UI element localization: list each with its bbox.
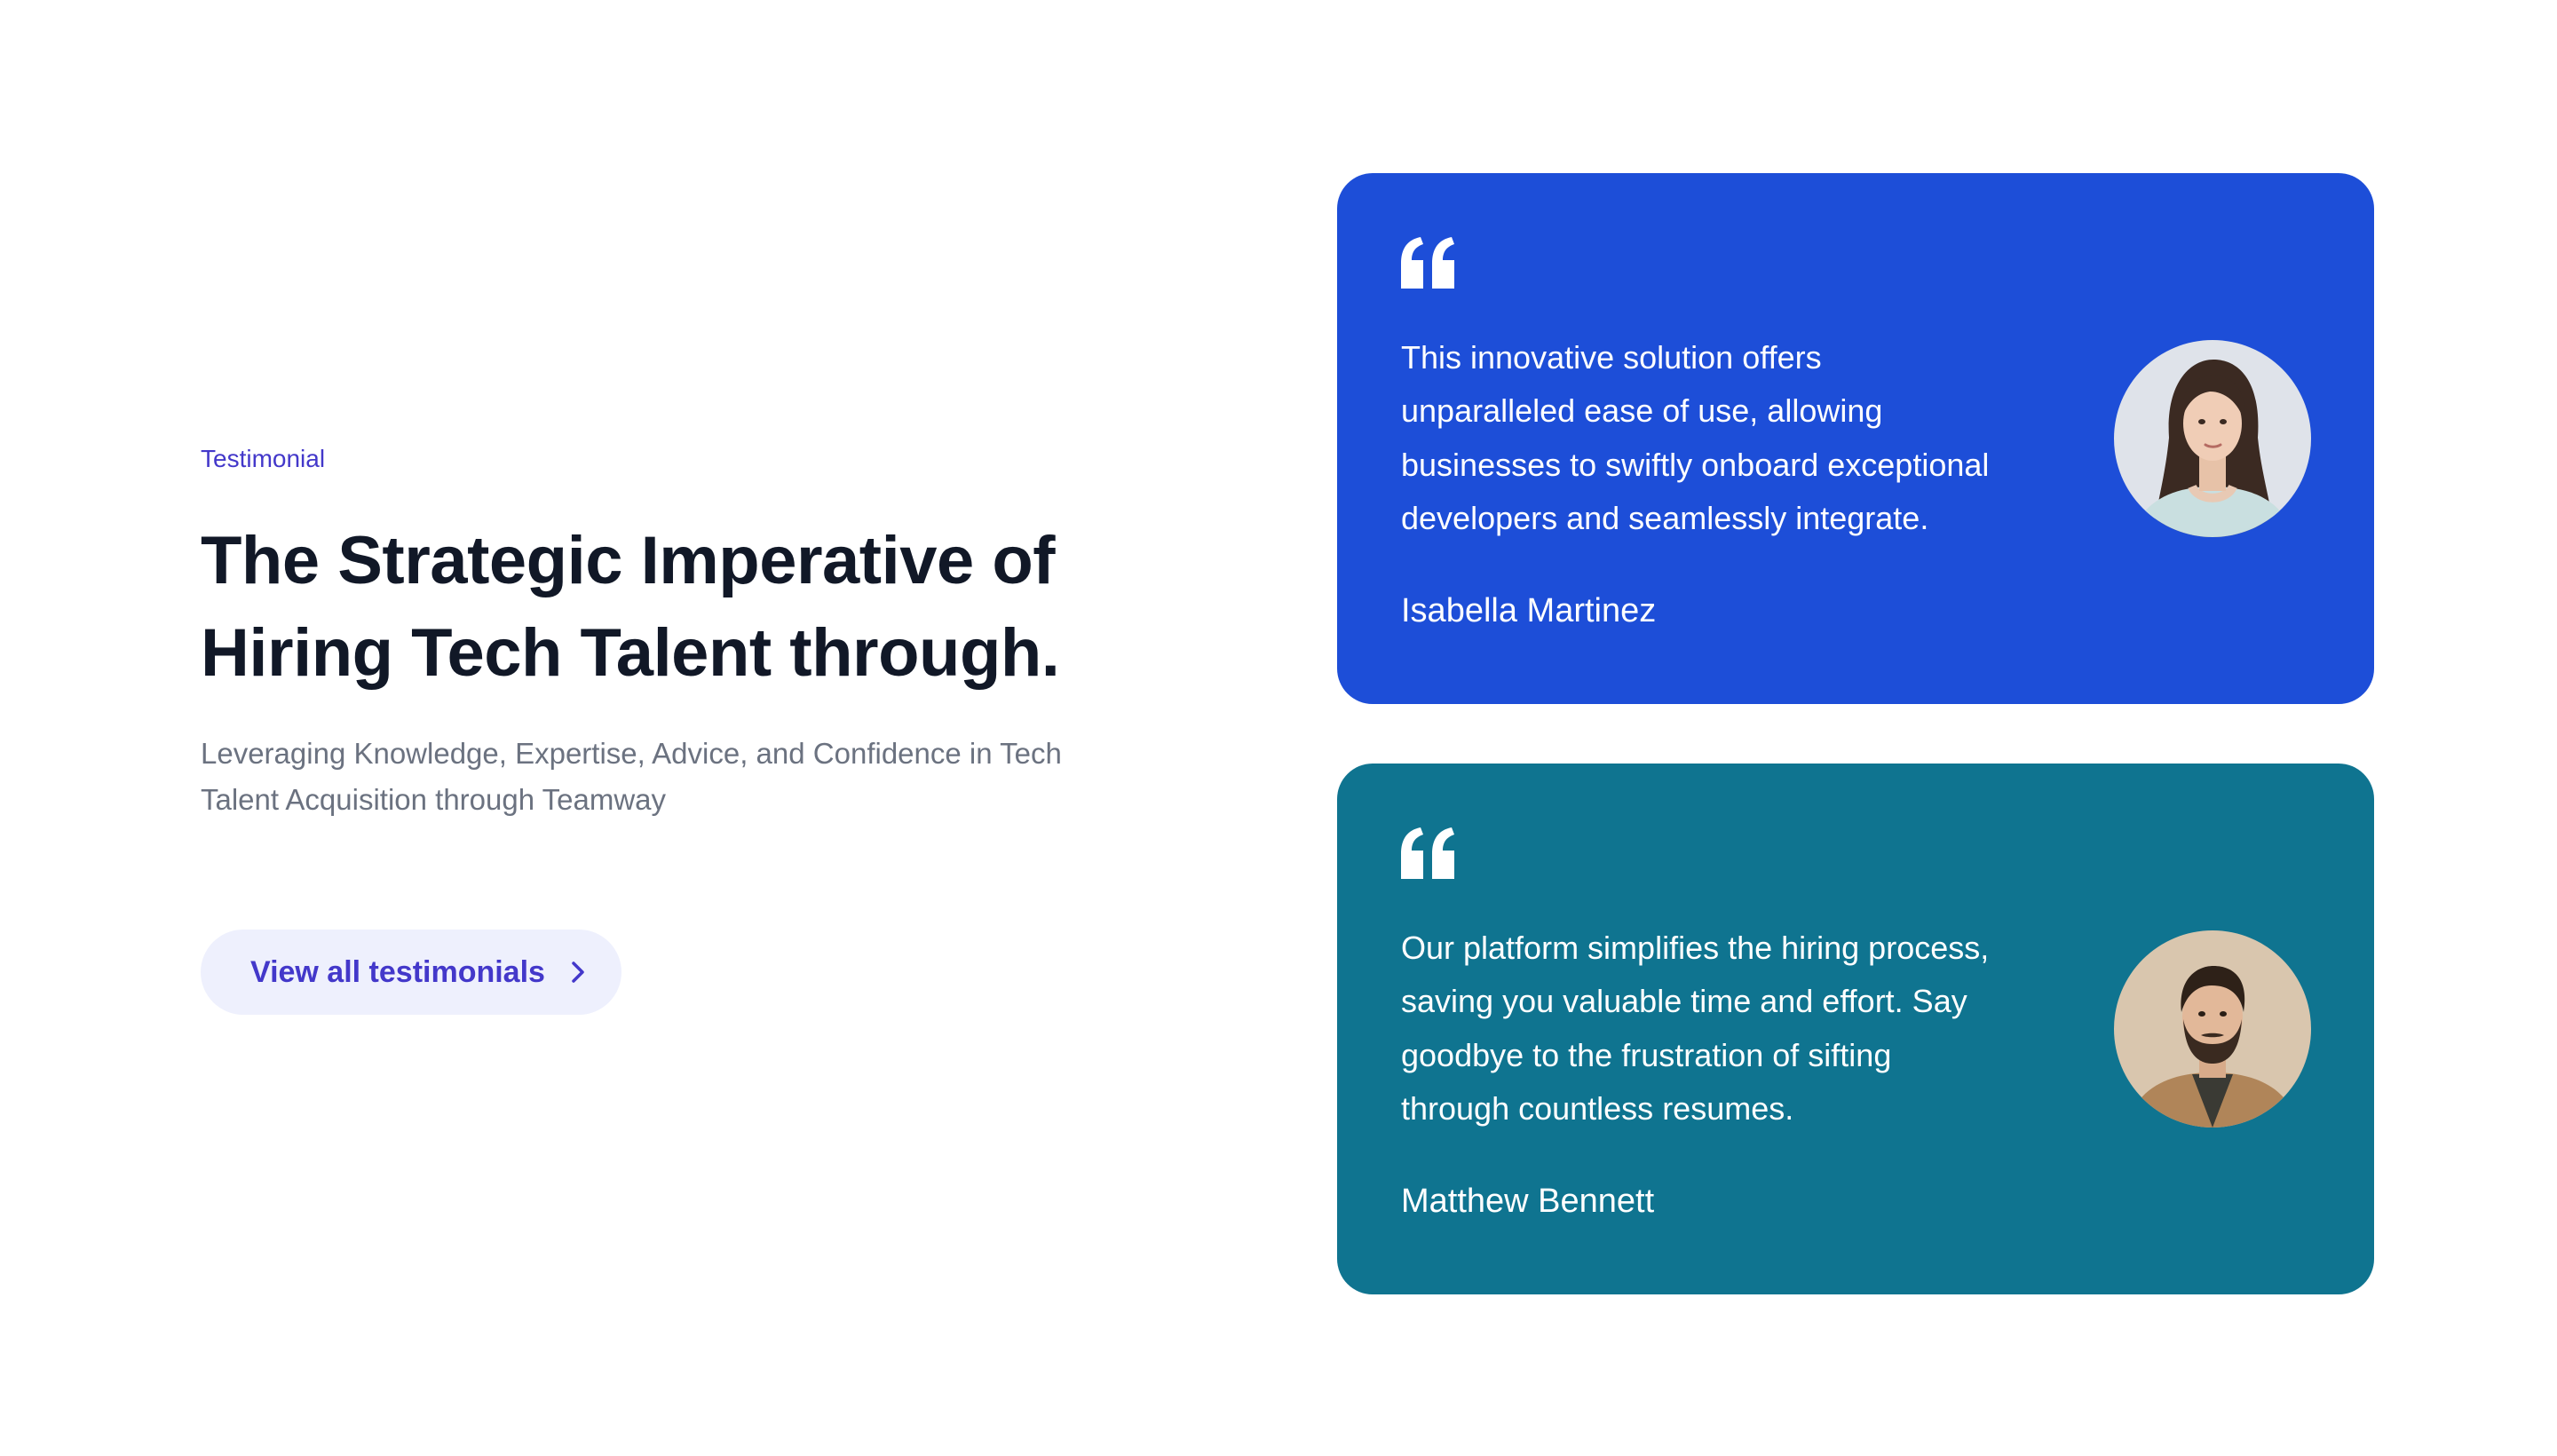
- quote-line: goodbye to the frustration of sifting: [1401, 1036, 1892, 1073]
- quote-line: saving you valuable time and effort. Say: [1401, 983, 1967, 1020]
- view-all-testimonials-button[interactable]: View all testimonials: [201, 930, 621, 1015]
- quote-icon: [1401, 237, 1456, 289]
- heading-line-1: The Strategic Imperative of: [201, 522, 1056, 598]
- chevron-right-icon: [568, 961, 588, 984]
- quote-line: businesses to swiftly onboard exceptiona…: [1401, 446, 1990, 483]
- avatar: [2114, 930, 2311, 1128]
- testimonial-card: Our platform simplifies the hiring proce…: [1337, 764, 2374, 1294]
- testimonial-section: Testimonial The Strategic Imperative of …: [0, 0, 2557, 1456]
- section-intro: Testimonial The Strategic Imperative of …: [201, 444, 1177, 824]
- quote-line: developers and seamlessly integrate.: [1401, 500, 1929, 537]
- quote-line: through countless resumes.: [1401, 1090, 1794, 1128]
- heading-line-2: Hiring Tech Talent through.: [201, 615, 1060, 692]
- testimonial-quote: This innovative solution offers unparall…: [1401, 331, 2076, 546]
- quote-line: unparalleled ease of use, allowing: [1401, 392, 1883, 430]
- testimonial-card: This innovative solution offers unparall…: [1337, 173, 2374, 704]
- subtitle-line-1: Leveraging Knowledge, Expertise, Advice,…: [201, 737, 1062, 771]
- view-all-testimonials-label: View all testimonials: [250, 954, 545, 989]
- quote-icon: [1401, 827, 1456, 879]
- testimonial-author: Isabella Martinez: [1401, 592, 1657, 629]
- quote-line: This innovative solution offers: [1401, 339, 1822, 376]
- quote-line: Our platform simplifies the hiring proce…: [1401, 930, 1990, 966]
- section-heading: The Strategic Imperative of Hiring Tech …: [201, 515, 1177, 701]
- section-eyebrow: Testimonial: [201, 445, 326, 472]
- avatar: [2114, 340, 2311, 537]
- testimonial-quote: Our platform simplifies the hiring proce…: [1401, 922, 2076, 1136]
- section-subtitle: Leveraging Knowledge, Expertise, Advice,…: [201, 731, 1133, 823]
- subtitle-line-2: Talent Acquisition through Teamway: [201, 783, 667, 817]
- testimonial-author: Matthew Bennett: [1401, 1183, 1655, 1220]
